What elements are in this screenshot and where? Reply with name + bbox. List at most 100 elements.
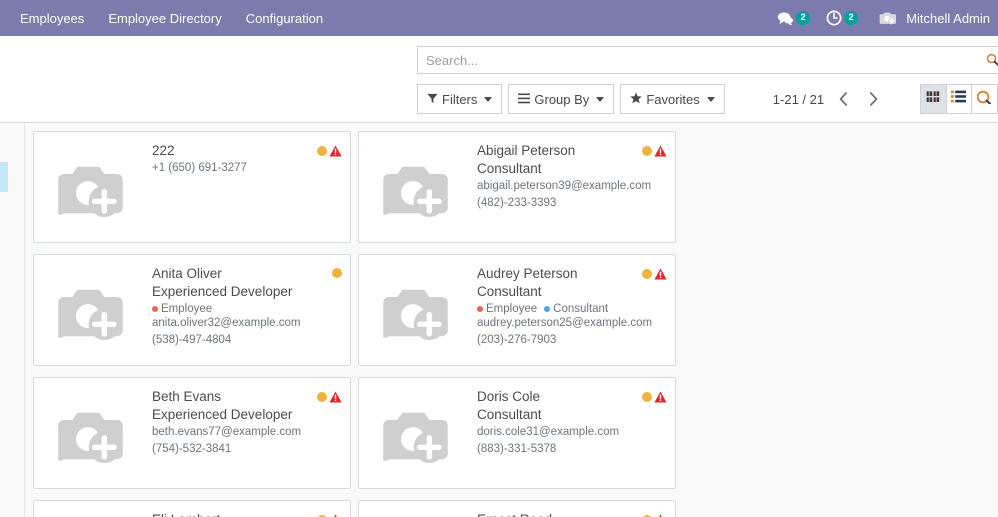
kanban-card-body: Anita Oliver Experienced Developer Employe… — [142, 261, 342, 359]
search-icon[interactable] — [986, 53, 998, 67]
filters-dropdown-button[interactable]: Filters — [417, 84, 503, 114]
employee-name: Audrey Peterson — [477, 266, 578, 281]
employee-email: doris.cole31@example.com — [477, 426, 620, 438]
warning-triangle-icon[interactable] — [329, 391, 342, 403]
control-panel: Filters Group By Favorites 1-21 / 21 — [0, 36, 998, 123]
employee-name: Anita Oliver — [152, 266, 222, 281]
search-view[interactable] — [417, 46, 998, 74]
employee-name: 222 — [152, 143, 175, 158]
employee-photo-placeholder-icon — [365, 507, 467, 517]
form-view-icon — [977, 90, 992, 109]
status-dot-icon[interactable] — [642, 392, 652, 402]
kanban-card[interactable]: Anita Oliver Experienced Developer Employe… — [33, 254, 351, 366]
kanban-card-body: Ernest ReedConsultanternest.reed47@examp… — [467, 507, 667, 517]
kanban-card-grid: 222 +1 (650) 691-3277 Abigail Peterson Cons… — [25, 131, 998, 517]
favorites-label: Favorites — [646, 91, 700, 107]
warning-triangle-icon[interactable] — [329, 145, 342, 157]
view-switcher — [920, 84, 998, 114]
kanban-card[interactable]: Audrey Peterson Consultant Employee Consult… — [358, 254, 676, 366]
kanban-card-titles: Anita Oliver Experienced Developer — [152, 265, 292, 301]
employee-email: beth.evans77@example.com — [152, 426, 302, 438]
navbar-systray: 2 2 Mitchell Admin — [767, 0, 998, 36]
groupby-dropdown-button[interactable]: Group By — [508, 84, 615, 114]
employee-job-title: Consultant — [477, 284, 542, 299]
status-dot-icon[interactable] — [642, 146, 652, 156]
status-dot-icon[interactable] — [317, 392, 327, 402]
employee-name: Doris Cole — [477, 389, 541, 404]
messages-menu[interactable]: 2 — [767, 0, 816, 36]
kanban-card-titles: Eli LambertMarketing and Community Manag… — [152, 511, 311, 517]
employee-name: Eli Lambert — [152, 511, 311, 517]
kanban-column: 222 +1 (650) 691-3277 Abigail Peterson Cons… — [24, 123, 998, 517]
employee-tags: Employee Consultant — [477, 303, 667, 315]
search-input[interactable] — [418, 47, 998, 73]
employee-tag-label: Employee — [161, 303, 213, 315]
activities-menu[interactable]: 2 — [816, 0, 864, 36]
view-switcher-kanban[interactable] — [921, 85, 947, 113]
kanban-card[interactable]: Ernest ReedConsultanternest.reed47@examp… — [358, 500, 676, 517]
pager-previous-button[interactable] — [832, 86, 854, 112]
kanban-card[interactable]: 222 +1 (650) 691-3277 — [33, 131, 351, 243]
employee-email: audrey.peterson25@example.com — [477, 317, 653, 329]
kanban-card-indicators — [317, 142, 342, 157]
kanban-card-titles: Beth Evans Experienced Developer — [152, 388, 292, 424]
kanban-card-body: Eli LambertMarketing and Community Manag… — [142, 507, 342, 517]
kanban-card-titles: Abigail Peterson Consultant — [477, 142, 575, 178]
employee-phone: (883)-331-5378 — [477, 443, 557, 455]
nav-item-configuration[interactable]: Configuration — [234, 0, 335, 36]
view-switcher-list[interactable] — [946, 85, 972, 113]
pager-value[interactable]: 1-21 / 21 — [773, 92, 824, 107]
chat-bubble-icon — [777, 11, 794, 26]
view-switcher-form[interactable] — [971, 85, 997, 113]
status-dot-icon[interactable] — [317, 146, 327, 156]
nav-item-employee-directory[interactable]: Employee Directory — [96, 0, 233, 36]
employee-tag-label: Consultant — [553, 303, 609, 315]
kanban-card[interactable]: Beth Evans Experienced Developer beth.evan… — [33, 377, 351, 489]
employee-photo-placeholder-icon — [40, 138, 142, 236]
kanban-card-titles: Doris Cole Consultant — [477, 388, 542, 424]
status-dot-icon[interactable] — [332, 268, 342, 278]
collapsed-panel-handle[interactable] — [0, 162, 8, 192]
employee-phone: (538)-497-4804 — [152, 334, 232, 346]
favorites-dropdown-button[interactable]: Favorites — [620, 84, 725, 114]
clock-icon — [826, 10, 842, 26]
kanban-card-header: 222 — [152, 142, 342, 160]
activities-count-badge: 2 — [844, 11, 859, 25]
user-menu[interactable]: Mitchell Admin — [864, 0, 998, 36]
status-dot-icon[interactable] — [642, 269, 652, 279]
search-view-row — [0, 36, 998, 74]
employee-phone: +1 (650) 691-3277 — [152, 162, 247, 174]
filters-label: Filters — [442, 91, 478, 107]
warning-triangle-icon[interactable] — [654, 268, 667, 280]
control-panel-buttons: Filters Group By Favorites 1-21 / 21 — [417, 83, 998, 115]
kanban-grid-icon — [926, 90, 940, 109]
kanban-card-header: Beth Evans Experienced Developer — [152, 388, 342, 424]
employee-name: Ernest Reed — [477, 511, 552, 517]
kanban-card-header: Eli LambertMarketing and Community Manag… — [152, 511, 342, 517]
employee-name: Abigail Peterson — [477, 143, 576, 158]
kanban-card-titles: 222 — [152, 142, 175, 160]
employee-tag-label: Employee — [486, 303, 538, 315]
kanban-card-body: Doris Cole Consultant doris.cole31@example… — [467, 384, 667, 482]
warning-triangle-icon[interactable] — [654, 145, 667, 157]
kanban-card-header: Anita Oliver Experienced Developer — [152, 265, 342, 301]
employee-email: anita.oliver32@example.com — [152, 317, 301, 329]
employee-job-title: Experienced Developer — [152, 284, 293, 299]
pager-next-button[interactable] — [862, 86, 884, 112]
kanban-card[interactable]: Eli LambertMarketing and Community Manag… — [33, 500, 351, 517]
employee-photo-placeholder-icon — [40, 261, 142, 359]
user-name-label: Mitchell Admin — [906, 10, 990, 26]
kanban-card-body: Audrey Peterson Consultant Employee Consult… — [467, 261, 667, 359]
kanban-card[interactable]: Abigail Peterson Consultant abigail.peters… — [358, 131, 676, 243]
kanban-card-header: Audrey Peterson Consultant — [477, 265, 667, 301]
kanban-card[interactable]: Doris Cole Consultant doris.cole31@example… — [358, 377, 676, 489]
employee-name: Beth Evans — [152, 389, 222, 404]
employee-job-title: Experienced Developer — [152, 407, 293, 422]
warning-triangle-icon[interactable] — [654, 391, 667, 403]
employee-photo-placeholder-icon — [365, 384, 467, 482]
kanban-card-indicators — [317, 388, 342, 403]
employee-photo-placeholder-icon — [365, 138, 467, 236]
nav-item-employees[interactable]: Employees — [8, 0, 96, 36]
employee-photo-placeholder-icon — [40, 384, 142, 482]
kanban-card-header: Abigail Peterson Consultant — [477, 142, 667, 178]
